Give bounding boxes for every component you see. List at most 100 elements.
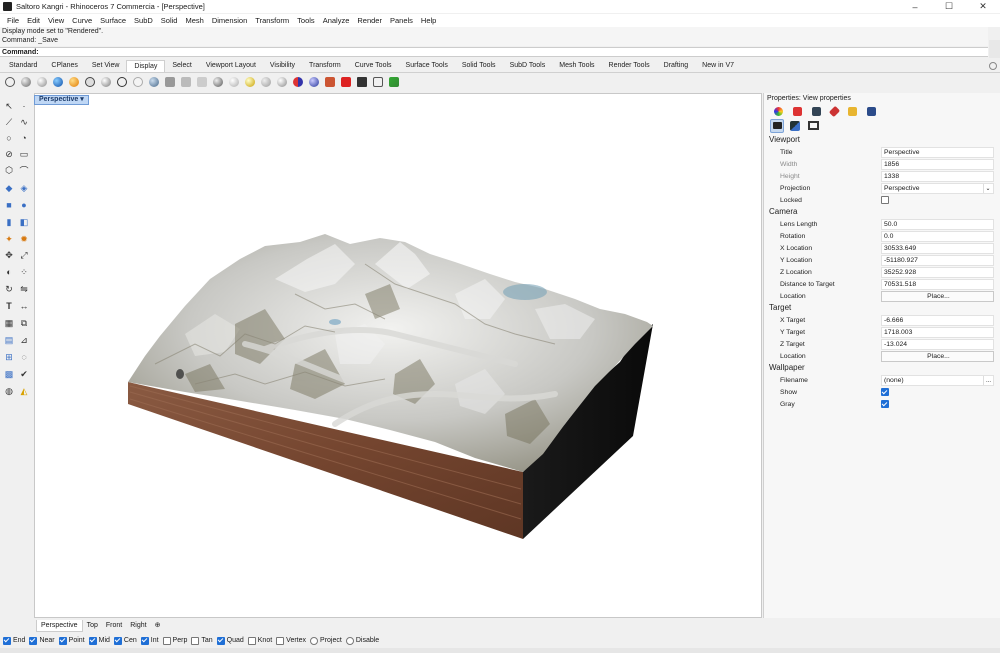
menu-view[interactable]: View [44, 16, 68, 25]
move-icon[interactable]: ✥ [2, 248, 16, 262]
material-icon[interactable] [243, 75, 256, 88]
minimize-button[interactable]: – [898, 0, 932, 13]
menu-edit[interactable]: Edit [23, 16, 44, 25]
render-icon[interactable]: ◐ [2, 265, 16, 279]
x-target-field[interactable]: -6.666 [881, 314, 994, 326]
rectangle-icon[interactable]: ▭ [17, 147, 31, 161]
menu-mesh[interactable]: Mesh [181, 16, 207, 25]
pen-tool-icon[interactable] [179, 75, 192, 88]
light-icon[interactable] [227, 75, 240, 88]
menu-analyze[interactable]: Analyze [319, 16, 354, 25]
objects-icon[interactable] [371, 75, 384, 88]
gear-icon[interactable] [989, 62, 997, 70]
osnap-point[interactable]: Point [58, 636, 85, 645]
material-tab-icon[interactable] [793, 106, 802, 116]
tab-subd-tools[interactable]: SubD Tools [503, 60, 553, 72]
block-icon[interactable]: ▦ [2, 316, 16, 330]
folder-icon[interactable] [848, 106, 857, 116]
layer-tool-icon[interactable]: ▤ [2, 333, 16, 347]
dimension-icon[interactable]: ↔ [17, 299, 31, 313]
ghosted-icon[interactable] [51, 75, 64, 88]
boolean-icon[interactable]: ◧ [17, 215, 31, 229]
menu-solid[interactable]: Solid [157, 16, 182, 25]
z-target-field[interactable]: -13.024 [881, 338, 994, 350]
pen-icon[interactable] [115, 75, 128, 88]
hide-icon[interactable]: ◌ [17, 350, 31, 364]
tab-standard[interactable]: Standard [2, 60, 44, 72]
menu-curve[interactable]: Curve [68, 16, 96, 25]
sun-icon[interactable] [211, 75, 224, 88]
group-icon[interactable]: ⧉ [17, 316, 31, 330]
locked-checkbox[interactable] [881, 196, 889, 204]
menu-render[interactable]: Render [353, 16, 386, 25]
osnap-vertex[interactable]: Vertex [276, 636, 306, 645]
viewport-tab-front[interactable]: Front [102, 620, 126, 632]
capture-icon[interactable] [307, 75, 320, 88]
explode-icon[interactable]: ✹ [17, 232, 31, 246]
lens-length-field[interactable]: 50.0 [881, 218, 994, 230]
gray-checkbox[interactable] [881, 400, 889, 408]
tab-transform[interactable]: Transform [302, 60, 348, 72]
text-icon[interactable]: T [2, 299, 16, 313]
menu-panels[interactable]: Panels [386, 16, 417, 25]
axes-icon[interactable] [291, 75, 304, 88]
osnap-tan[interactable]: Tan [191, 636, 213, 645]
render-preview-icon[interactable] [195, 75, 208, 88]
camera-tab-icon[interactable] [770, 118, 784, 133]
x-location-field[interactable]: 30533.649 [881, 242, 994, 254]
tab-surface-tools[interactable]: Surface Tools [399, 60, 455, 72]
projection-select[interactable]: Perspective ⌄ [881, 182, 994, 194]
osnap-end[interactable]: End [3, 636, 25, 645]
osnap-perp[interactable]: Perp [162, 636, 187, 645]
texture-tab-icon[interactable] [812, 106, 821, 116]
shaded-icon[interactable] [19, 75, 32, 88]
osnap-project[interactable]: Project [310, 636, 342, 645]
viewport-tab-perspective[interactable]: Perspective [36, 619, 83, 632]
viewport-frame-icon[interactable] [806, 119, 820, 133]
menu-dimension[interactable]: Dimension [208, 16, 251, 25]
close-view-icon[interactable] [339, 75, 352, 88]
mesh-icon[interactable]: ✦ [2, 232, 16, 246]
osnap-mid[interactable]: Mid [88, 636, 110, 645]
check-icon[interactable]: ✔ [17, 367, 31, 381]
tab-mesh-tools[interactable]: Mesh Tools [552, 60, 601, 72]
width-field[interactable]: 1856 [881, 158, 994, 170]
arc-icon[interactable]: ◔ [17, 131, 31, 145]
menu-surface[interactable]: Surface [96, 16, 130, 25]
tab-set-view[interactable]: Set View [85, 60, 127, 72]
tab-curve-tools[interactable]: Curve Tools [348, 60, 399, 72]
select-arrow-icon[interactable]: ↖ [2, 99, 16, 113]
menu-file[interactable]: File [3, 16, 23, 25]
ellipse-icon[interactable]: ⊘ [2, 147, 16, 161]
rotate-icon[interactable]: ↻ [2, 282, 16, 296]
grid-icon[interactable] [275, 75, 288, 88]
tab-solid-tools[interactable]: Solid Tools [455, 60, 503, 72]
osnap-cen[interactable]: Cen [113, 636, 137, 645]
fillet-icon[interactable]: ⌒ [17, 163, 31, 177]
browse-button[interactable]: ... [983, 375, 993, 385]
layer-icon[interactable] [387, 75, 400, 88]
tab-drafting[interactable]: Drafting [657, 60, 696, 72]
viewport-label[interactable]: Perspective ▾ [34, 95, 89, 105]
camera-icon[interactable] [323, 75, 336, 88]
measure-icon[interactable]: ⊿ [17, 333, 31, 347]
grid-tool-icon[interactable]: ⊞ [2, 350, 16, 364]
arctic-icon[interactable] [131, 75, 144, 88]
target-place-button[interactable]: Place... [881, 350, 994, 362]
polygon-icon[interactable]: ⬡ [2, 163, 16, 177]
osnap-near[interactable]: Near [29, 636, 55, 645]
array-icon[interactable]: ⁘ [17, 265, 31, 279]
scale-icon[interactable]: ⤢ [17, 248, 31, 262]
osnap-quad[interactable]: Quad [216, 636, 244, 645]
monochrome-icon[interactable] [163, 75, 176, 88]
wireframe-icon[interactable] [3, 75, 16, 88]
z-location-field[interactable]: 35252.928 [881, 266, 994, 278]
menu-subd[interactable]: SubD [130, 16, 157, 25]
tab-select[interactable]: Select [165, 60, 198, 72]
menu-transform[interactable]: Transform [251, 16, 293, 25]
show-checkbox[interactable] [881, 388, 889, 396]
cylinder-icon[interactable]: ▮ [2, 215, 16, 229]
add-viewport-icon[interactable]: ⊕ [151, 620, 165, 632]
tab-render-tools[interactable]: Render Tools [602, 60, 657, 72]
title-field[interactable]: Perspective [881, 146, 994, 158]
